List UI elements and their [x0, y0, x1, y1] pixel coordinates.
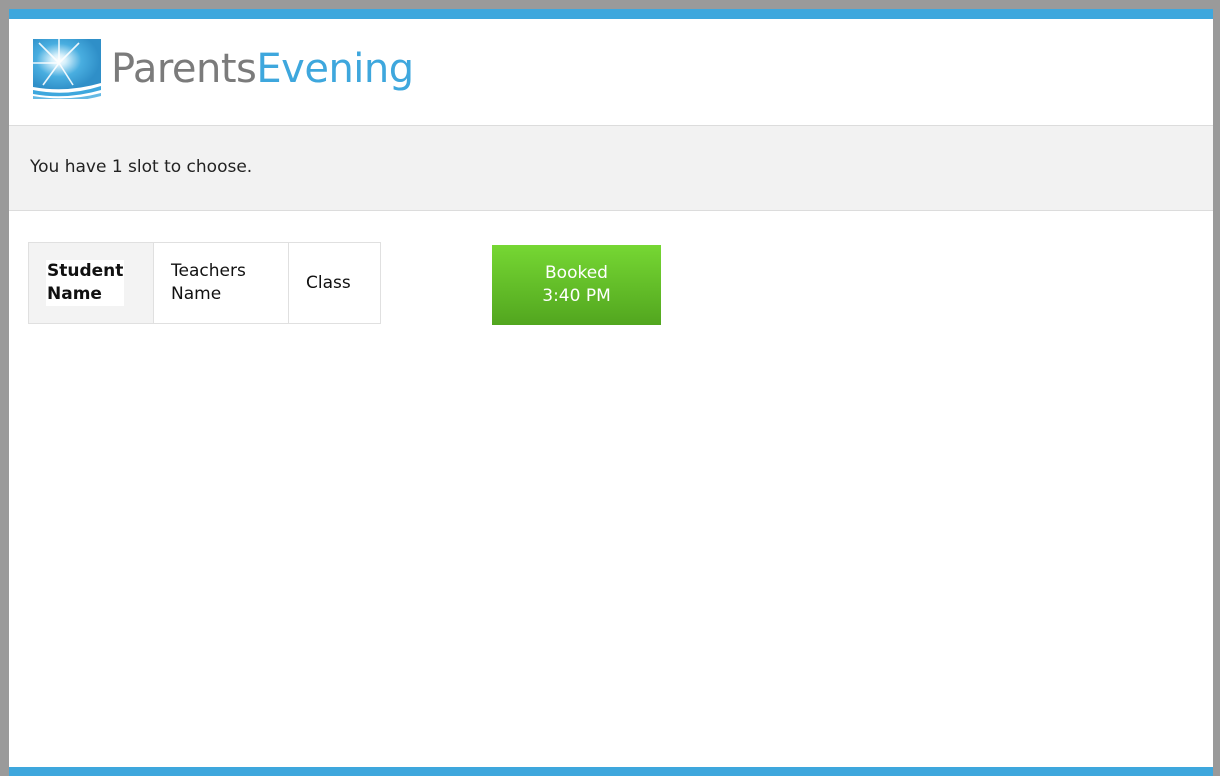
- slot-time: 3:40 PM: [542, 286, 611, 306]
- top-accent-strip: [9, 9, 1213, 19]
- header: ParentsEvening: [9, 19, 1213, 126]
- brand-name-evening: Evening: [256, 46, 414, 92]
- bottom-accent-strip: [9, 767, 1213, 776]
- brand-name-parents: Parents: [111, 46, 257, 92]
- booked-slot-button[interactable]: Booked 3:40 PM: [492, 245, 661, 325]
- student-name-cell: Student Name: [28, 242, 154, 324]
- student-name-label-line2: Name: [47, 284, 102, 304]
- slot-status: Booked: [545, 263, 608, 283]
- brand-name: ParentsEvening: [111, 39, 414, 99]
- table-row: Student Name Teachers Name Class: [28, 242, 381, 324]
- appointment-info-table: Student Name Teachers Name Class: [28, 242, 381, 324]
- slots-remaining-message: You have 1 slot to choose.: [30, 157, 253, 177]
- teacher-name-label-line2: Name: [171, 284, 222, 304]
- teacher-name-cell: Teachers Name: [153, 242, 289, 324]
- logo[interactable]: ParentsEvening: [33, 39, 414, 99]
- app-frame: ParentsEvening You have 1 slot to choose…: [0, 0, 1220, 776]
- student-name-label-line1: Student: [47, 261, 124, 281]
- class-cell: Class: [288, 242, 381, 324]
- class-label: Class: [306, 272, 351, 293]
- notice-bar: You have 1 slot to choose.: [9, 126, 1213, 211]
- student-name-label: Student Name: [46, 260, 125, 306]
- teacher-name-label-line1: Teachers: [171, 261, 246, 281]
- sunburst-logo-icon: [33, 39, 101, 99]
